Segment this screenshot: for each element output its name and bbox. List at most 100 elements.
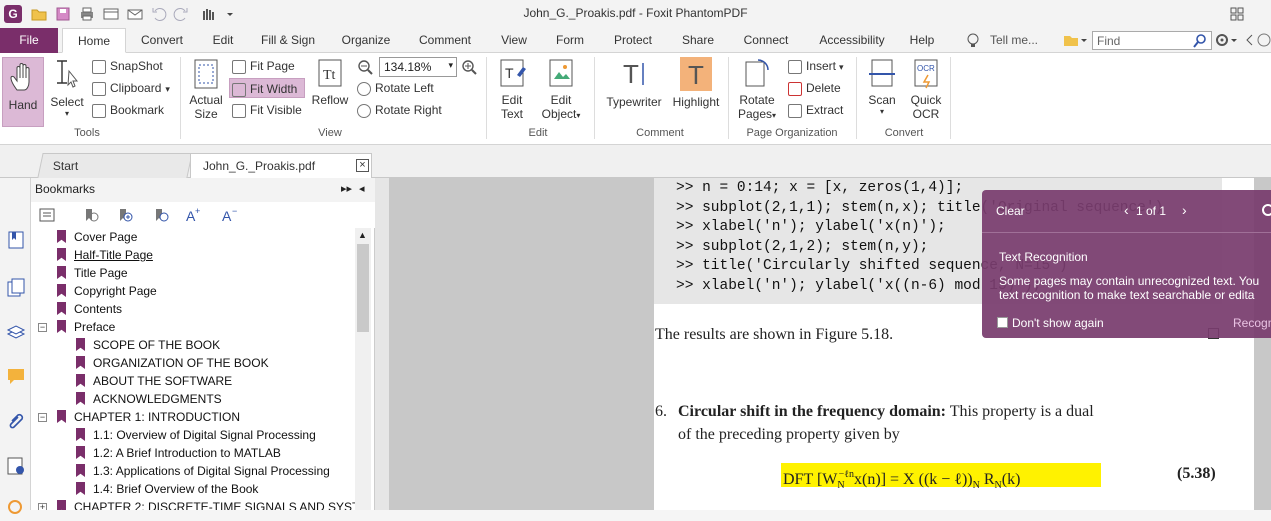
bookmark-item[interactable]: ORGANIZATION OF THE BOOK [76,354,269,372]
tab-connect[interactable]: Connect [734,28,798,53]
pages-panel-icon[interactable] [6,278,26,298]
panel-splitter[interactable] [375,178,389,510]
scroll-up-icon[interactable]: ▲ [358,230,367,240]
fit-visible-button[interactable]: Fit Visible [230,100,302,120]
typewriter-button[interactable]: T Typewriter [602,57,666,109]
tab-form[interactable]: Form [548,28,592,53]
tab-protect[interactable]: Protect [604,28,662,53]
add-bookmark-icon[interactable] [117,207,133,223]
next-result-icon[interactable]: › [1182,202,1187,218]
find-options-icon[interactable] [1062,32,1088,48]
insert-button[interactable]: Insert ▾ [788,56,844,76]
comments-panel-icon[interactable] [6,366,26,386]
recognize-button[interactable]: Recogn [1233,316,1271,330]
ribbon-options-icon[interactable] [1228,5,1246,23]
delete-bookmark-icon[interactable] [83,207,99,223]
tab-accessibility[interactable]: Accessibility [810,28,894,53]
tab-fill-sign[interactable]: Fill & Sign [254,28,322,53]
bookmark-item[interactable]: Copyright Page [57,282,157,300]
decrease-font-icon[interactable]: A − [221,206,237,224]
hand-button[interactable]: Hand [2,57,44,127]
rotate-pages-button[interactable]: Rotate Pages▾ [734,57,780,121]
scrollbar-thumb[interactable] [357,244,369,332]
actual-size-button[interactable]: Actual Size [186,57,226,121]
quick-ocr-button[interactable]: OCR Quick OCR [906,57,946,121]
bookmark-item[interactable]: Preface [57,318,115,336]
help-icon[interactable] [1257,33,1271,47]
settings-gear-icon[interactable] [1214,32,1238,48]
bookmark-item[interactable]: Contents [57,300,122,318]
bookmark-tree: Cover Page Half-Title Page Title Page Co… [31,228,355,510]
reflow-button[interactable]: Tt Reflow [310,57,350,107]
tab-document[interactable]: John_G._Proakis.pdf × [190,153,372,178]
tab-view[interactable]: View [492,28,536,53]
collapse-toggle-icon[interactable]: − [38,413,47,422]
expand-toggle-icon[interactable]: + [38,503,47,510]
rotate-right-button[interactable]: Rotate Right [357,100,442,120]
expand-panel-icon[interactable]: ▸▸ [341,182,352,195]
clipboard-button[interactable]: Clipboard ▾ [92,78,170,98]
bookmark-item[interactable]: CHAPTER 2: DISCRETE-TIME SIGNALS AND SYS… [57,498,355,510]
tab-edit[interactable]: Edit [204,28,242,53]
layers-panel-icon[interactable] [6,322,26,342]
delete-button[interactable]: Delete [788,78,841,98]
highlight-button[interactable]: T Highlight [670,57,722,109]
search-icon[interactable] [1192,33,1208,52]
fit-page-button[interactable]: Fit Page [230,56,295,76]
code-line: >> subplot(2,1,2); stem(n,y); [676,239,929,255]
popup-body-line-2: text recognition to make text searchable… [999,288,1255,302]
group-separator [950,57,951,139]
collapse-panel-icon[interactable]: ◂ [359,182,365,195]
bookmarks-scrollbar[interactable]: ▲ [355,228,371,510]
bookmark-item[interactable]: Title Page [57,264,128,282]
tab-comment[interactable]: Comment [410,28,480,53]
popup-settings-icon[interactable] [1260,202,1271,221]
scan-button[interactable]: Scan ▾ [864,57,900,116]
bookmark-item[interactable]: Cover Page [57,228,137,246]
tab-start[interactable]: Start [37,153,193,178]
bookmark-item[interactable]: SCOPE OF THE BOOK [76,336,220,354]
bookmarks-panel-icon[interactable] [6,230,26,250]
bookmark-options-icon[interactable] [39,207,55,223]
edit-object-button[interactable]: Edit Object▾ [536,57,586,121]
snapshot-button[interactable]: SnapShot [92,56,163,76]
bookmark-item[interactable]: ACKNOWLEDGMENTS [76,390,222,408]
zoom-out-icon[interactable] [357,59,373,78]
rotate-left-button[interactable]: Rotate Left [357,78,434,98]
zoom-in-icon[interactable] [461,59,477,78]
search-input[interactable]: Find [1092,31,1212,50]
search-panel-icon[interactable] [6,498,26,518]
bookmark-item[interactable]: ABOUT THE SOFTWARE [76,372,232,390]
tell-me-input[interactable]: Tell me... [990,33,1038,47]
bookmark-item[interactable]: 1.4: Brief Overview of the Book [76,480,258,498]
tab-convert[interactable]: Convert [134,28,190,53]
select-button[interactable]: Select ▾ [48,57,86,127]
find-bookmark-icon[interactable] [153,207,169,223]
bookmark-item[interactable]: CHAPTER 1: INTRODUCTION [57,408,240,426]
tab-share[interactable]: Share [672,28,724,53]
fit-width-button[interactable]: Fit Width [229,78,305,98]
increase-font-icon[interactable]: A + [185,206,201,224]
collapse-toggle-icon[interactable]: − [38,323,47,332]
extract-button[interactable]: Extract [788,100,843,120]
popup-clear-button[interactable]: Clear [996,204,1025,218]
tab-organize[interactable]: Organize [334,28,398,53]
tab-file[interactable]: File [0,28,58,53]
bookmark-item[interactable]: 1.3: Applications of Digital Signal Proc… [76,462,330,480]
bookmark-item[interactable]: Half-Title Page [57,246,153,264]
attachments-panel-icon[interactable] [6,410,26,430]
close-tab-icon[interactable]: × [356,159,369,172]
signatures-panel-icon[interactable] [6,456,26,476]
dont-show-checkbox[interactable] [997,317,1008,328]
zoom-select[interactable]: 134.18% ▾ [379,57,457,77]
tab-help[interactable]: Help [902,28,942,53]
bookmark-item[interactable]: 1.2: A Brief Introduction to MATLAB [76,444,281,462]
bookmarks-toolbar: A + A − [31,202,375,228]
collapse-ribbon-icon[interactable] [1244,33,1254,47]
tab-home[interactable]: Home [62,28,126,53]
bookmark-item[interactable]: 1.1: Overview of Digital Signal Processi… [76,426,316,444]
prev-result-icon[interactable]: ‹ [1124,202,1129,218]
group-tools-label: Tools [74,127,100,139]
bookmark-button[interactable]: Bookmark [92,100,164,120]
edit-text-button[interactable]: T Edit Text [494,57,530,121]
